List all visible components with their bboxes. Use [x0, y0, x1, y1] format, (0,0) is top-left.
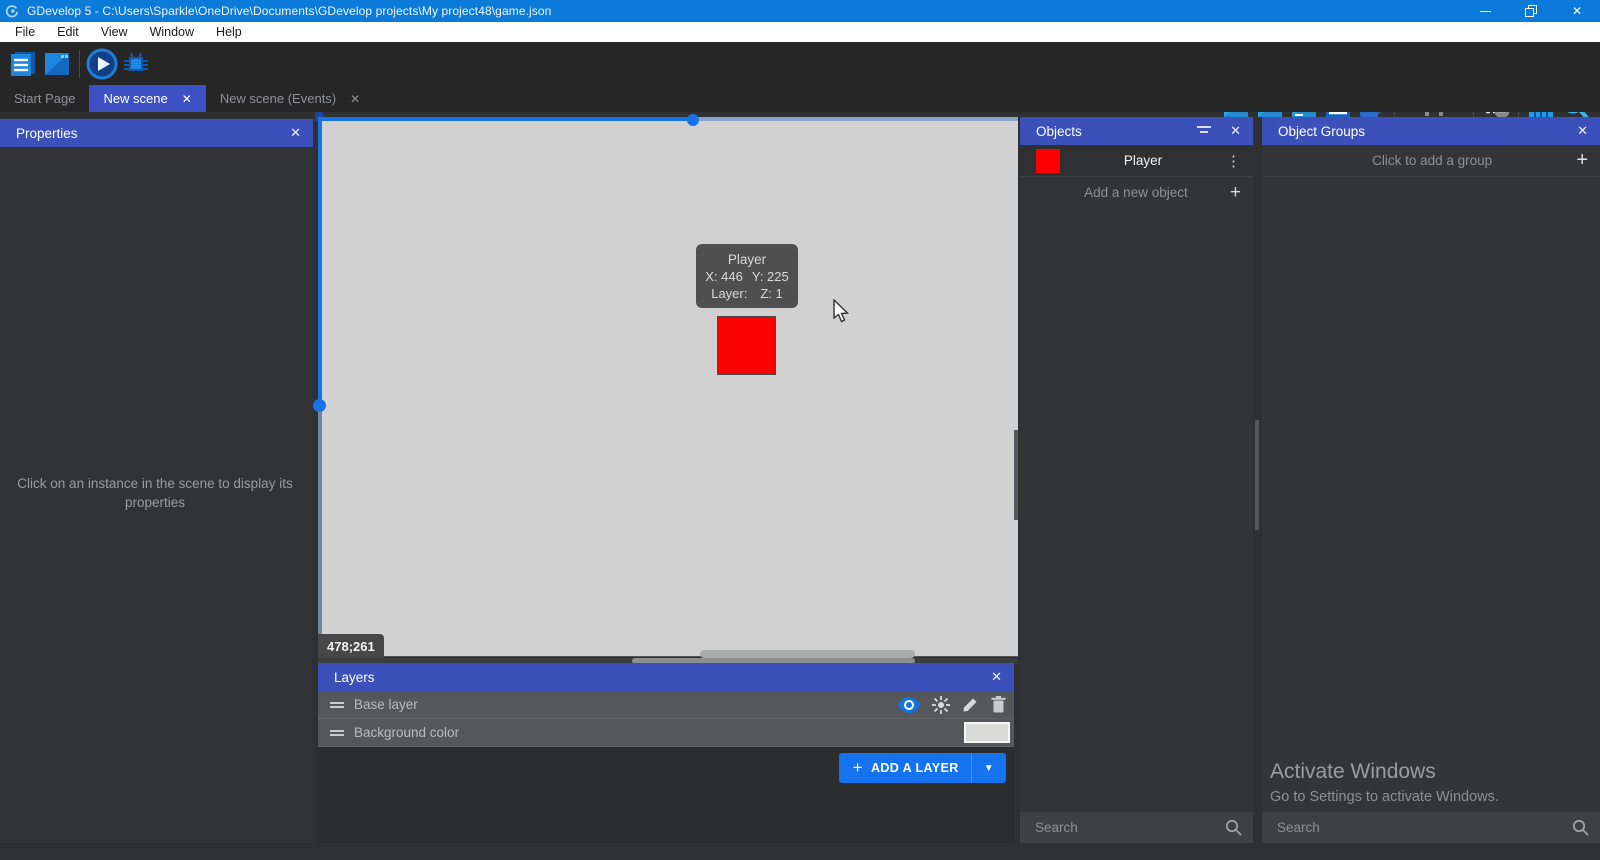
close-icon: ✕ — [1572, 4, 1582, 18]
objects-panel-header: Objects ✕ — [1020, 117, 1253, 145]
canvas-hscroll-indicator[interactable] — [690, 117, 1018, 121]
layers-panel-header: Layers ✕ — [318, 663, 1014, 691]
canvas-vscroll-indicator[interactable] — [318, 117, 322, 405]
search-icon — [1225, 819, 1242, 836]
start-page-button[interactable] — [40, 47, 74, 81]
plus-icon: + — [1576, 149, 1588, 172]
canvas-bottom-scrollbar[interactable] — [700, 650, 915, 658]
objects-panel: Objects ✕ Player ⋮ Add a new object + — [1020, 117, 1253, 843]
objects-search-bar — [1020, 812, 1253, 843]
add-layer-button[interactable]: + ADD A LAYER ▼ — [839, 753, 1006, 783]
layer-name[interactable]: Base layer — [354, 697, 898, 712]
object-name: Player — [1060, 153, 1226, 168]
close-icon[interactable]: ✕ — [991, 669, 1002, 685]
properties-panel: Properties ✕ Click on an instance in the… — [0, 119, 313, 843]
add-group-row[interactable]: Click to add a group + — [1262, 145, 1600, 177]
tab-new-scene-events[interactable]: New scene (Events) ✕ — [206, 85, 374, 112]
filter-icon[interactable] — [1196, 125, 1212, 137]
objects-panel-title: Objects — [1036, 124, 1196, 139]
panel-resize-scrollbar[interactable] — [1255, 420, 1259, 530]
menu-help[interactable]: Help — [205, 22, 253, 42]
objects-search-input[interactable] — [1035, 820, 1225, 835]
drag-handle-icon[interactable] — [330, 728, 344, 738]
player-instance[interactable] — [717, 316, 776, 375]
tooltip-z: Z: 1 — [760, 286, 782, 301]
project-manager-button[interactable] — [6, 47, 40, 81]
tab-new-scene[interactable]: New scene ✕ — [89, 85, 205, 112]
chevron-down-icon[interactable]: ▼ — [972, 763, 1006, 774]
main-toolbar: 1:1 — [0, 42, 1600, 85]
layer-row-base[interactable]: Base layer — [318, 691, 1014, 719]
close-button[interactable]: ✕ — [1554, 0, 1600, 22]
tooltip-x: X: 446 — [705, 269, 743, 284]
tooltip-object-name: Player — [696, 251, 798, 268]
menu-edit[interactable]: Edit — [46, 22, 90, 42]
toolbar-separator — [79, 50, 80, 78]
activate-windows-watermark: Activate Windows Go to Settings to activ… — [1270, 760, 1590, 805]
title-bar: GDevelop 5 - C:\Users\Sparkle\OneDrive\D… — [0, 0, 1600, 22]
mouse-cursor — [833, 299, 850, 324]
properties-empty-message: Click on an instance in the scene to dis… — [10, 474, 300, 512]
properties-panel-title: Properties — [16, 126, 290, 141]
canvas-hscroll-handle[interactable] — [687, 114, 699, 126]
plus-icon: + — [853, 758, 863, 778]
menu-window[interactable]: Window — [139, 22, 205, 42]
gdevelop-logo-icon — [5, 4, 19, 18]
play-button[interactable] — [85, 47, 119, 81]
restore-button[interactable] — [1508, 0, 1554, 22]
tab-close-icon[interactable]: ✕ — [350, 92, 360, 106]
add-object-row[interactable]: Add a new object + — [1020, 177, 1253, 208]
cursor-coordinates-badge: 478;261 — [318, 634, 384, 658]
object-groups-panel-title: Object Groups — [1278, 124, 1577, 139]
object-thumbnail — [1036, 149, 1060, 173]
minimize-button[interactable] — [1462, 0, 1508, 22]
drag-handle-icon[interactable] — [330, 700, 344, 710]
project-manager-icon — [8, 49, 38, 79]
canvas-vscroll-handle[interactable] — [313, 399, 326, 412]
object-groups-panel-header: Object Groups ✕ — [1262, 117, 1600, 145]
tab-close-icon[interactable]: ✕ — [182, 92, 192, 106]
layers-panel-title: Layers — [334, 670, 991, 685]
close-icon[interactable]: ✕ — [290, 125, 301, 141]
editor-tab-bar: Start Page New scene ✕ New scene (Events… — [0, 85, 1600, 112]
groups-search-bar — [1262, 812, 1600, 843]
play-icon — [86, 48, 118, 80]
tab-start-page[interactable]: Start Page — [0, 85, 89, 112]
close-icon[interactable]: ✕ — [1577, 123, 1588, 139]
window-title: GDevelop 5 - C:\Users\Sparkle\OneDrive\D… — [27, 4, 551, 18]
instance-tooltip: Player X: 446 Y: 225 Layer: Z: 1 — [696, 244, 798, 308]
properties-panel-header: Properties ✕ — [0, 119, 313, 147]
canvas-hscroll-indicator[interactable] — [318, 117, 690, 121]
plus-icon: + — [1230, 182, 1241, 204]
menu-view[interactable]: View — [90, 22, 139, 42]
search-icon — [1572, 819, 1589, 836]
kebab-menu-icon[interactable]: ⋮ — [1226, 152, 1241, 170]
layer-name[interactable]: Background color — [354, 725, 964, 740]
tooltip-layer: Layer: — [711, 286, 747, 301]
object-groups-panel: Object Groups ✕ Click to add a group + — [1262, 117, 1600, 843]
background-color-swatch[interactable] — [964, 722, 1010, 743]
visibility-eye-icon[interactable] — [898, 697, 920, 713]
menu-file[interactable]: File — [4, 22, 46, 42]
close-icon[interactable]: ✕ — [1230, 123, 1241, 139]
debug-button[interactable] — [119, 47, 153, 81]
groups-search-input[interactable] — [1277, 820, 1572, 835]
layer-row-background-color[interactable]: Background color — [318, 719, 1014, 747]
layers-panel: Layers ✕ Base layer — [318, 663, 1014, 843]
debugger-icon — [121, 49, 151, 79]
edit-layer-pencil-icon[interactable] — [962, 696, 979, 713]
menu-bar: File Edit View Window Help — [0, 22, 1600, 42]
panel-resize-scrollbar[interactable] — [1014, 430, 1018, 520]
canvas-vscroll-indicator[interactable] — [318, 405, 322, 658]
object-row-player[interactable]: Player ⋮ — [1020, 145, 1253, 177]
scene-canvas[interactable] — [318, 117, 1018, 657]
layer-effects-icon[interactable] — [932, 696, 950, 714]
delete-layer-trash-icon[interactable] — [991, 696, 1006, 713]
window-icon — [42, 49, 72, 79]
tooltip-y: Y: 225 — [752, 269, 789, 284]
